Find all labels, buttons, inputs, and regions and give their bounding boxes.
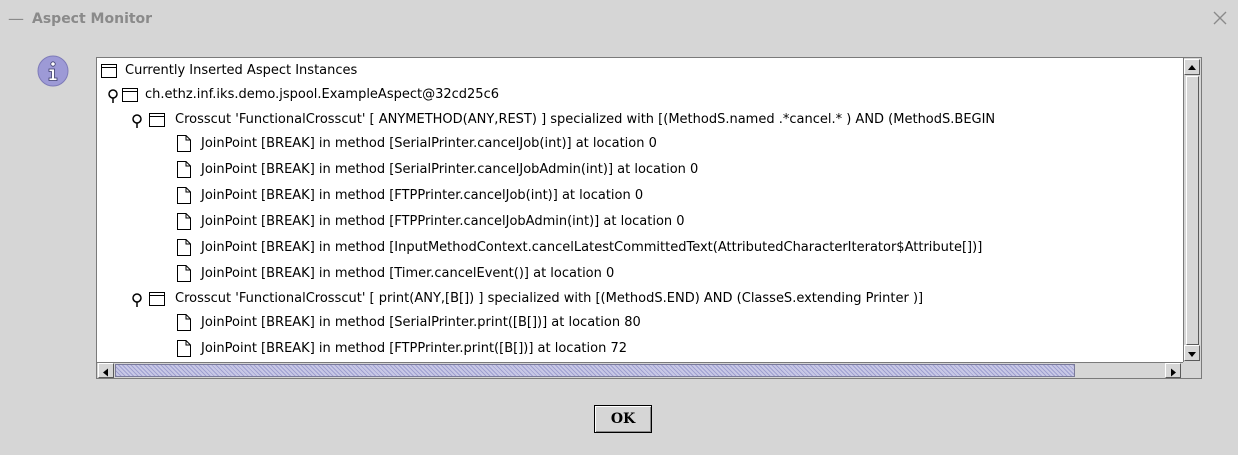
- file-icon: [177, 314, 191, 331]
- tree-leaf-label: JoinPoint [BREAK] in method [FTPPrinter.…: [201, 214, 685, 229]
- file-icon: [177, 213, 191, 230]
- expanded-node-handle-icon[interactable]: [107, 89, 119, 103]
- tree-leaf-joinpoint[interactable]: JoinPoint [BREAK] in method [InputMethod…: [97, 236, 1183, 260]
- vertical-scroll-thumb[interactable]: [1186, 76, 1199, 345]
- tree-node-aspect[interactable]: ch.ethz.inf.iks.demo.jspool.ExampleAspec…: [97, 83, 1183, 107]
- file-icon: [177, 239, 191, 256]
- tree-node-label: Crosscut 'FunctionalCrosscut' [ ANYMETHO…: [175, 112, 996, 127]
- aspect-monitor-dialog: — Aspect Monitor Currently Inserted Aspe…: [0, 0, 1238, 455]
- tree-leaf-label: JoinPoint [BREAK] in method [SerialPrint…: [201, 136, 657, 151]
- file-icon: [177, 135, 191, 152]
- vertical-scrollbar[interactable]: [1183, 58, 1201, 362]
- folder-icon: [101, 64, 117, 78]
- tree-leaf-label: JoinPoint [BREAK] in method [InputMethod…: [201, 240, 983, 255]
- arrow-down-icon: [1188, 352, 1196, 357]
- window-menu-icon[interactable]: —: [8, 9, 24, 28]
- tree-leaf-joinpoint[interactable]: JoinPoint [BREAK] in method [Timer.cance…: [97, 262, 1183, 286]
- tree-leaf-joinpoint[interactable]: JoinPoint [BREAK] in method [FTPPrinter.…: [97, 210, 1183, 234]
- folder-icon: [149, 113, 165, 127]
- expanded-node-handle-icon[interactable]: [131, 293, 143, 307]
- tree-leaf-label: JoinPoint [BREAK] in method [FTPPrinter.…: [201, 341, 627, 356]
- arrow-right-icon: [1171, 368, 1176, 377]
- scroll-right-button[interactable]: [1165, 363, 1181, 378]
- horizontal-scrollbar[interactable]: [97, 362, 1183, 378]
- tree-leaf-joinpoint[interactable]: JoinPoint [BREAK] in method [SerialPrint…: [97, 158, 1183, 182]
- scroll-down-button[interactable]: [1184, 345, 1200, 361]
- tree-node-crosscut[interactable]: Crosscut 'FunctionalCrosscut' [ print(AN…: [97, 287, 1183, 311]
- tree-node-label: Crosscut 'FunctionalCrosscut' [ print(AN…: [175, 291, 924, 306]
- tree-node-label: ch.ethz.inf.iks.demo.jspool.ExampleAspec…: [145, 87, 499, 102]
- scroll-up-button[interactable]: [1184, 59, 1200, 75]
- arrow-up-icon: [1188, 65, 1196, 70]
- tree-node-crosscut[interactable]: Crosscut 'FunctionalCrosscut' [ ANYMETHO…: [97, 108, 1183, 132]
- file-icon: [177, 161, 191, 178]
- tree-node-root[interactable]: Currently Inserted Aspect Instances: [97, 59, 1183, 83]
- file-icon: [177, 265, 191, 282]
- scroll-left-button[interactable]: [98, 363, 114, 378]
- tree-leaf-label: JoinPoint [BREAK] in method [SerialPrint…: [201, 162, 699, 177]
- ok-button[interactable]: OK: [594, 405, 652, 433]
- tree-leaf-joinpoint[interactable]: JoinPoint [BREAK] in method [SerialPrint…: [97, 311, 1183, 335]
- aspect-tree[interactable]: Currently Inserted Aspect Instances ch.e…: [97, 58, 1183, 362]
- arrow-left-icon: [103, 368, 108, 377]
- close-icon[interactable]: [1212, 10, 1228, 26]
- title-bar[interactable]: — Aspect Monitor: [0, 0, 1238, 42]
- folder-icon: [149, 292, 165, 306]
- scrollbar-corner: [1183, 362, 1201, 378]
- horizontal-scroll-thumb[interactable]: [115, 364, 1075, 377]
- folder-icon: [122, 88, 138, 102]
- tree-leaf-joinpoint[interactable]: JoinPoint [BREAK] in method [SerialPrint…: [97, 132, 1183, 156]
- info-icon: [37, 55, 69, 87]
- window-title: Aspect Monitor: [32, 11, 153, 27]
- tree-leaf-joinpoint[interactable]: JoinPoint [BREAK] in method [FTPPrinter.…: [97, 184, 1183, 208]
- aspect-tree-panel: Currently Inserted Aspect Instances ch.e…: [96, 57, 1202, 379]
- file-icon: [177, 340, 191, 357]
- tree-leaf-label: JoinPoint [BREAK] in method [FTPPrinter.…: [201, 188, 644, 203]
- file-icon: [177, 187, 191, 204]
- expanded-node-handle-icon[interactable]: [131, 114, 143, 128]
- tree-leaf-label: JoinPoint [BREAK] in method [Timer.cance…: [201, 266, 615, 281]
- tree-leaf-joinpoint[interactable]: JoinPoint [BREAK] in method [FTPPrinter.…: [97, 337, 1183, 361]
- tree-leaf-label: JoinPoint [BREAK] in method [SerialPrint…: [201, 315, 641, 330]
- tree-node-label: Currently Inserted Aspect Instances: [125, 63, 358, 78]
